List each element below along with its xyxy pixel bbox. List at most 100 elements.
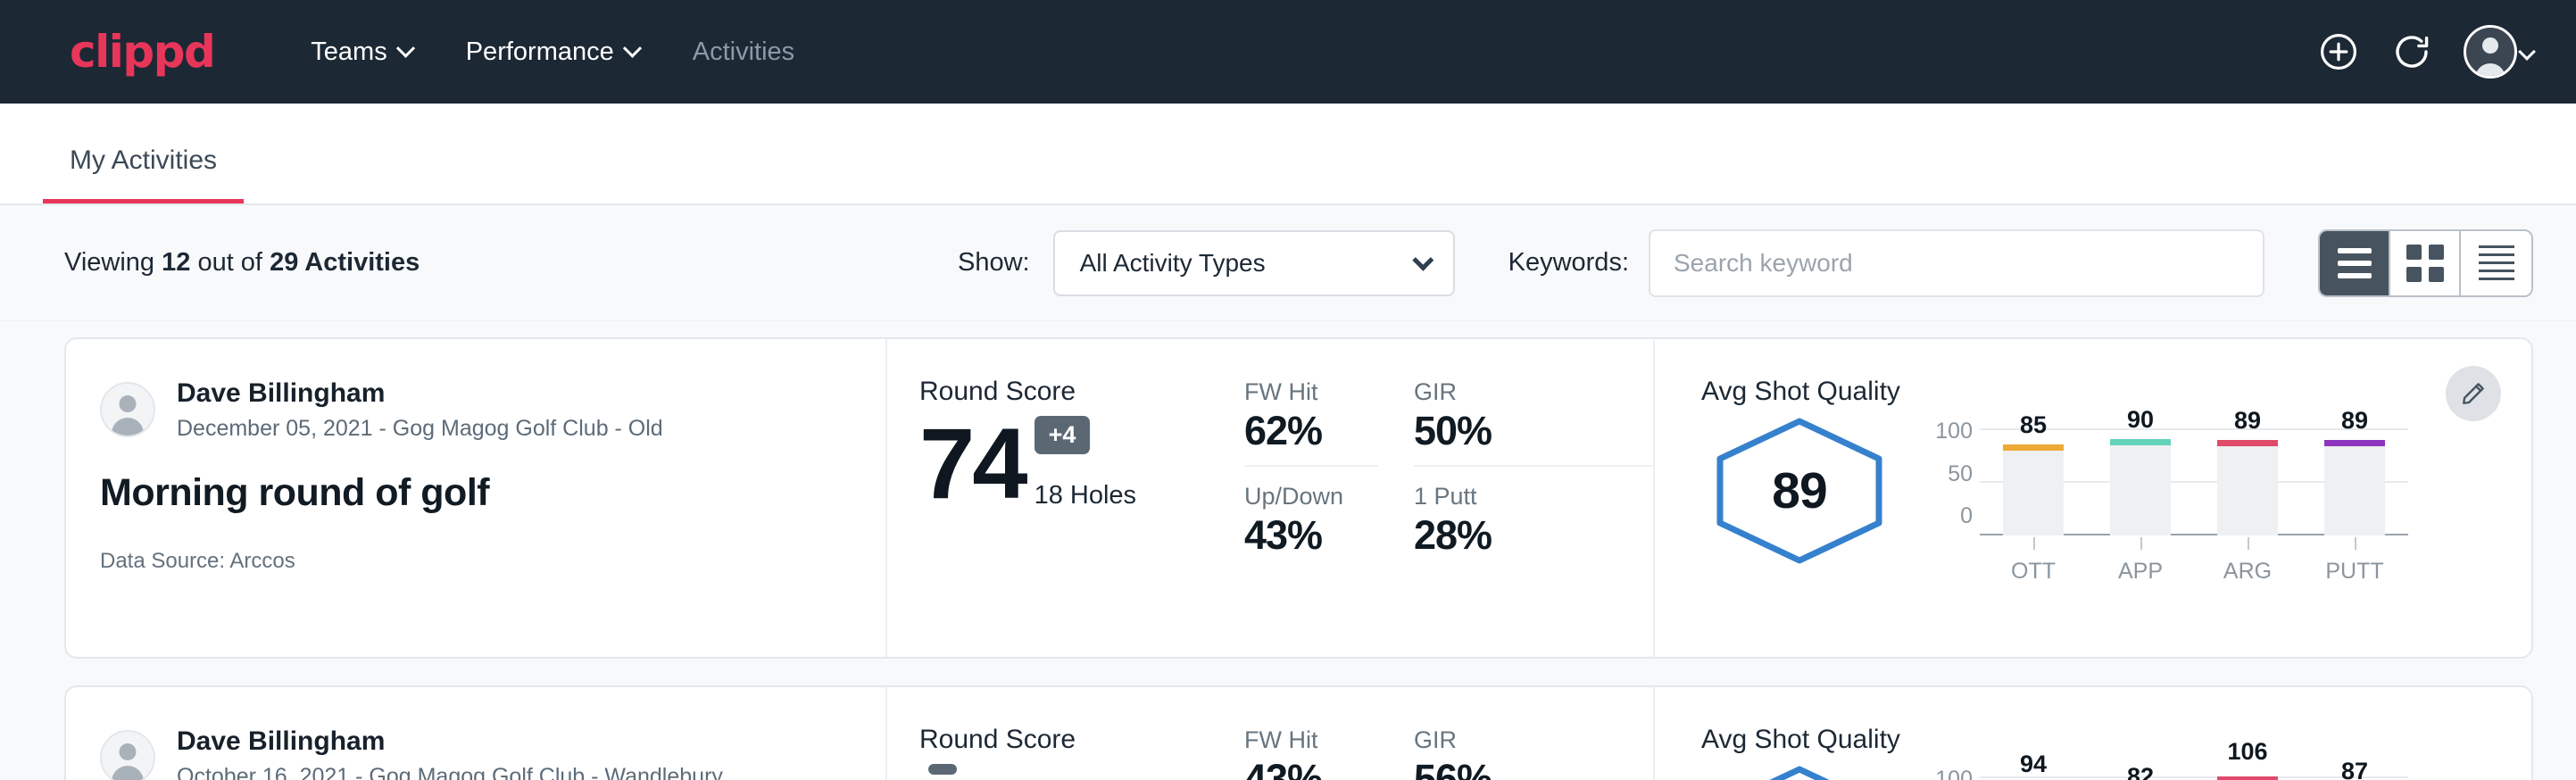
bar: [2110, 439, 2171, 535]
tab-my-activities[interactable]: My Activities: [43, 145, 244, 203]
score-differential-badge: +4: [1035, 416, 1091, 454]
chevron-down-icon[interactable]: [2518, 43, 2536, 61]
bar-group: 89: [2301, 428, 2408, 535]
view-mode-toggle-group: [2318, 229, 2533, 297]
nav-item-performance[interactable]: Performance: [439, 29, 666, 76]
y-tick: 50: [1921, 463, 1973, 485]
chevron-down-icon: [623, 38, 642, 57]
holes-count: 18 Holes: [1035, 481, 1136, 510]
avg-shot-quality-section: Avg Shot Quality 89 100 50: [1655, 339, 2531, 657]
nav-item-activities[interactable]: Activities: [666, 29, 821, 76]
owner-name: Dave Billingham: [177, 725, 723, 759]
nav-actions: [2317, 25, 2533, 79]
nav-teams-label: Teams: [311, 37, 386, 67]
activity-title: Morning round of golf: [100, 471, 850, 515]
grid-icon: [2406, 245, 2444, 282]
round-score-label: Round Score: [919, 377, 1244, 407]
stat-up-down: Up/Down 43%: [1244, 483, 1378, 569]
activity-summary: Dave Billingham October 16, 2021 - Gog M…: [66, 687, 887, 780]
avatar: [100, 382, 155, 437]
activity-meta: December 05, 2021 - Gog Magog Golf Club …: [177, 414, 663, 444]
add-icon[interactable]: [2317, 30, 2360, 73]
refresh-icon[interactable]: [2390, 30, 2433, 73]
activity-owner: Dave Billingham December 05, 2021 - Gog …: [100, 377, 850, 443]
filter-toolbar: Viewing 12 out of 29 Activities Show: Al…: [0, 205, 2576, 321]
activity-summary: Dave Billingham December 05, 2021 - Gog …: [66, 339, 887, 657]
bar-value: 89: [2341, 407, 2368, 435]
chart-y-axis: 100 50 0: [1921, 428, 1973, 535]
bar-group: 85: [1980, 428, 2087, 535]
stat-value: 50%: [1414, 408, 1653, 454]
bar-value: 94: [2020, 751, 2047, 778]
stat-label: GIR: [1414, 726, 1653, 754]
round-score-row: 74 +4 18 Holes: [919, 416, 1244, 510]
activity-owner: Dave Billingham October 16, 2021 - Gog M…: [100, 725, 850, 780]
round-score-section: Round Score: [887, 687, 1244, 780]
shot-quality-bar-chart: 100 50 0 85: [1921, 411, 2408, 585]
bar-value: 89: [2234, 407, 2261, 435]
x-tick: PUTT: [2301, 559, 2408, 585]
stat-fw-hit: FW Hit 43%: [1244, 726, 1378, 780]
round-score-section: Round Score 74 +4 18 Holes: [887, 339, 1244, 657]
edit-activity-button[interactable]: [2446, 366, 2501, 421]
user-avatar[interactable]: [2464, 25, 2517, 79]
stat-fw-hit: FW Hit 62%: [1244, 378, 1378, 467]
chart-x-axis: OTT APP ARG PUTT: [1980, 559, 2408, 585]
x-tick: APP: [2087, 559, 2194, 585]
activity-type-select[interactable]: All Activity Types: [1053, 230, 1455, 296]
round-score-value: 74: [919, 418, 1026, 510]
stat-label: FW Hit: [1244, 726, 1378, 754]
bar-group: 82: [2087, 776, 2194, 780]
detail-list-icon: [2479, 245, 2514, 280]
bar-value: 82: [2127, 763, 2154, 780]
tab-bar: My Activities: [0, 104, 2576, 205]
nav-performance-label: Performance: [466, 37, 614, 67]
round-score-label: Round Score: [919, 725, 1244, 755]
nav-item-teams[interactable]: Teams: [284, 29, 438, 76]
y-tick: 0: [1921, 505, 1973, 527]
y-tick: 100: [1921, 420, 1973, 443]
bar: [2003, 444, 2064, 535]
avg-shot-quality-label: Avg Shot Quality: [1701, 377, 2531, 407]
bar-group: 94: [1980, 776, 2087, 780]
bar: [2324, 440, 2385, 535]
activity-card[interactable]: Dave Billingham December 05, 2021 - Gog …: [64, 337, 2533, 659]
round-stats-grid: FW Hit 43% GIR 56%: [1244, 687, 1655, 780]
bar-group: 87: [2301, 776, 2408, 780]
stat-label: FW Hit: [1244, 378, 1378, 406]
activity-card-list: Dave Billingham December 05, 2021 - Gog …: [0, 321, 2576, 780]
viewing-summary: Viewing 12 out of 29 Activities: [64, 248, 420, 278]
round-score-row: [919, 764, 1244, 780]
view-mode-detail-button[interactable]: [2461, 231, 2531, 295]
shot-quality-hexagon: [1715, 764, 1884, 780]
show-label: Show:: [958, 248, 1030, 278]
round-stats-grid: FW Hit 62% GIR 50% Up/Down 43% 1 Putt 28…: [1244, 339, 1655, 657]
nav-activities-label: Activities: [693, 37, 794, 67]
shot-quality-value: 89: [1772, 461, 1826, 520]
viewing-total: 29 Activities: [270, 248, 420, 277]
account-menu[interactable]: [2464, 25, 2533, 79]
main-nav-items: Teams Performance Activities: [284, 29, 821, 76]
x-tick: OTT: [1980, 559, 2087, 585]
activity-meta: October 16, 2021 - Gog Magog Golf Club -…: [177, 762, 723, 780]
stat-value: 28%: [1414, 512, 1653, 559]
stat-label: GIR: [1414, 378, 1653, 406]
toolbar-controls: Show: All Activity Types Keywords:: [958, 229, 2533, 297]
view-mode-list-button[interactable]: [2320, 231, 2390, 295]
bar-group: 106: [2194, 776, 2301, 780]
x-tick: ARG: [2194, 559, 2301, 585]
tab-my-activities-label: My Activities: [70, 145, 217, 175]
list-icon: [2338, 248, 2372, 278]
search-input[interactable]: [1649, 229, 2264, 297]
bar: [2217, 440, 2278, 535]
view-mode-grid-button[interactable]: [2390, 231, 2461, 295]
activity-card[interactable]: Dave Billingham October 16, 2021 - Gog M…: [64, 685, 2533, 780]
shot-quality-bar-chart: 100 50 0 94: [1921, 759, 2408, 780]
stat-value: 56%: [1414, 756, 1653, 780]
bar: [2217, 776, 2278, 780]
keywords-label: Keywords:: [1508, 248, 1629, 278]
top-navigation-bar: clippd Teams Performance Activities: [0, 0, 2576, 104]
chevron-down-icon: [396, 38, 415, 57]
data-source-label: Data Source: Arccos: [100, 549, 850, 574]
clippd-logo[interactable]: clippd: [70, 29, 214, 74]
